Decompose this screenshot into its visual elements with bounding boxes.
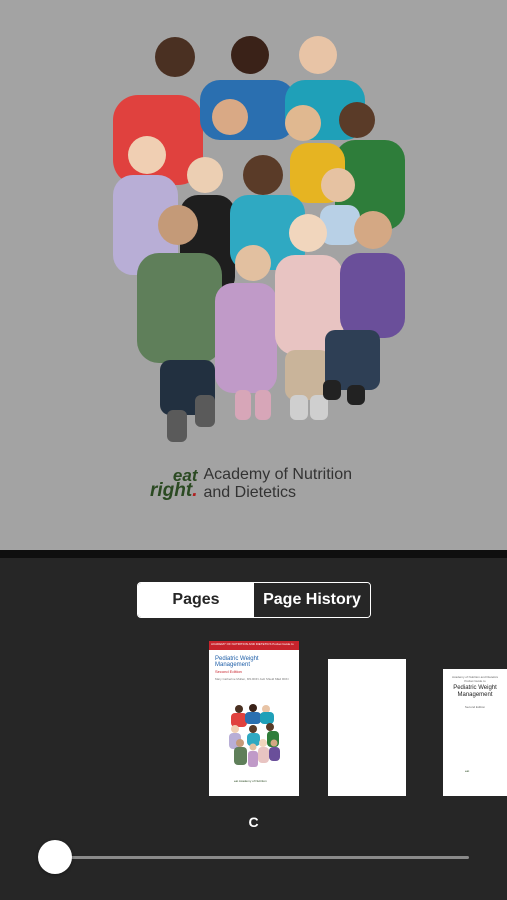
page-slider-thumb[interactable] (38, 840, 72, 874)
panel-divider (0, 550, 507, 558)
academy-name: Academy of Nutrition and Dietetics (204, 466, 353, 502)
cover-photo (229, 704, 280, 767)
book-page-view[interactable]: eat right. Academy of Nutrition and Diet… (0, 0, 507, 550)
title-page-title: Pediatric Weight Management (453, 685, 497, 698)
cover-authors: Mary Catherine Mullen, MS RDN Jodi Shiel… (215, 677, 289, 681)
cover-publisher-logo: eat Academy of Nutrition (234, 779, 267, 783)
title-page-small-text: Academy of Nutrition and Dietetics Pocke… (451, 675, 499, 683)
current-page-label: C (248, 814, 259, 830)
publisher-logo: eat right. Academy of Nutrition and Diet… (150, 466, 352, 502)
academy-name-line1: Academy of Nutrition (203, 466, 353, 483)
cover-title: Pediatric Weight Management (215, 656, 259, 668)
title-page-publisher-logo: eat (465, 769, 470, 773)
academy-name-line2: and Dietetics (203, 484, 297, 501)
eat-right-logo: eat right. (150, 466, 198, 502)
tab-page-history[interactable]: Page History (254, 583, 370, 617)
title-page-edition: Second Edition (464, 705, 486, 709)
page-thumbnail-title-page[interactable]: Academy of Nutrition and Dietetics Pocke… (443, 669, 507, 796)
cover-header-band: ACADEMY OF NUTRITION AND DIETETICS Pocke… (209, 641, 299, 650)
page-thumbnail-blank[interactable] (328, 659, 406, 796)
logo-right-text: right. (150, 480, 198, 502)
view-mode-segmented-control[interactable]: Pages Page History (137, 582, 371, 618)
tab-pages[interactable]: Pages (138, 583, 254, 617)
page-slider-track[interactable] (55, 856, 469, 859)
page-thumbnail-cover[interactable]: ACADEMY OF NUTRITION AND DIETETICS Pocke… (209, 641, 299, 796)
children-group-photo (113, 36, 405, 442)
